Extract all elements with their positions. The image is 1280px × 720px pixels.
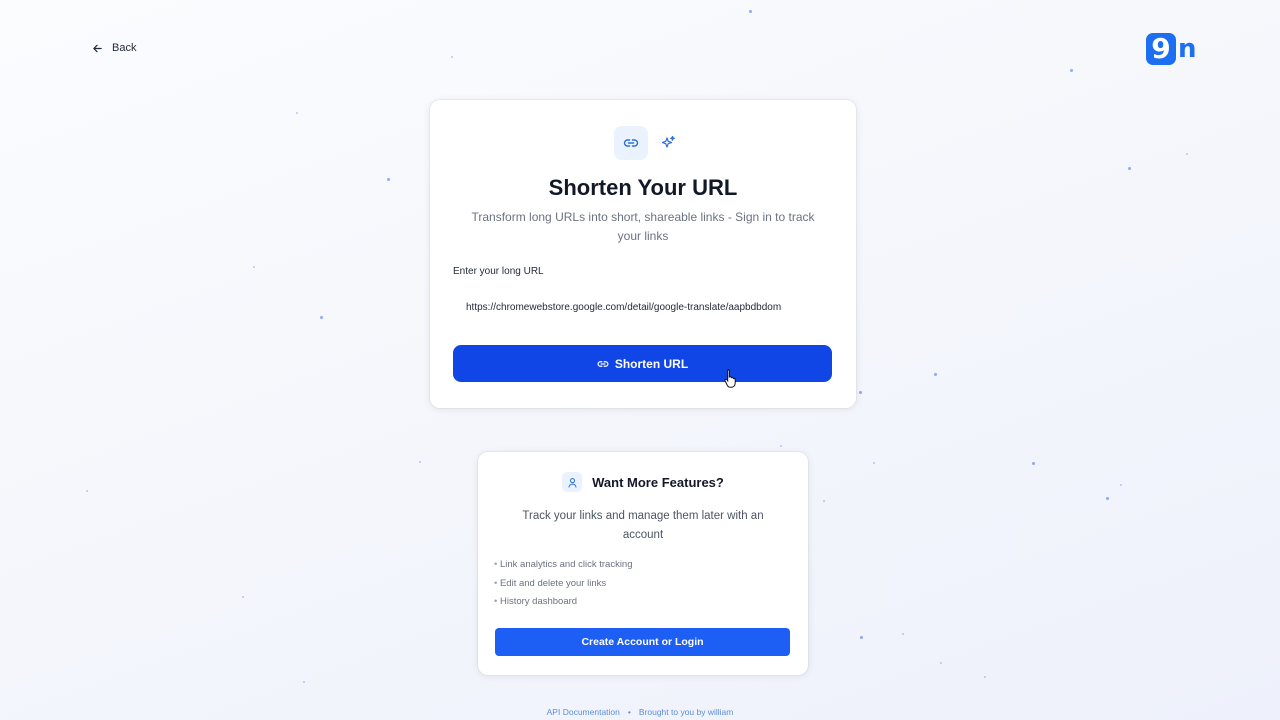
back-button[interactable]: Back — [92, 42, 136, 54]
feature-item: History dashboard — [494, 593, 633, 612]
footer-separator: • — [627, 707, 631, 717]
link-icon-chip — [614, 126, 648, 160]
brand-logo[interactable]: 9 n — [1146, 33, 1197, 65]
page-title: Shorten Your URL — [548, 175, 738, 200]
sparkle-icon-wrap — [658, 126, 678, 160]
card-icons — [614, 126, 678, 160]
features-header: Want More Features? — [478, 472, 808, 492]
logo-mark: 9 — [1146, 33, 1176, 65]
pointer-cursor-icon — [724, 369, 736, 388]
sparkle-icon — [661, 135, 675, 148]
features-list: Link analytics and click tracking Edit a… — [494, 556, 633, 612]
page-subtitle: Transform long URLs into short, shareabl… — [471, 210, 815, 243]
link-icon — [623, 139, 639, 147]
back-label: Back — [112, 42, 137, 54]
shorten-url-card: Shorten Your URL Transform long URLs int… — [430, 100, 856, 408]
arrow-left-icon — [93, 44, 102, 52]
feature-item: Link analytics and click tracking — [494, 556, 633, 575]
logo-suffix: n — [1178, 34, 1197, 64]
api-docs-link[interactable]: API Documentation — [547, 707, 620, 717]
user-icon — [568, 477, 577, 488]
shorten-url-button[interactable]: Shorten URL — [453, 345, 832, 382]
footer-credit: Brought to you by william — [638, 707, 734, 717]
features-title: Want More Features? — [592, 474, 724, 490]
create-account-button[interactable]: Create Account or Login — [495, 628, 790, 656]
feature-item: Edit and delete your links — [494, 575, 633, 594]
long-url-input[interactable] — [453, 294, 833, 320]
features-subtitle: Track your links and manage them later w… — [522, 510, 764, 541]
user-icon-chip — [562, 472, 583, 492]
features-card: Want More Features? Track your links and… — [478, 452, 808, 675]
link-icon — [597, 360, 609, 367]
shorten-url-button-label: Shorten URL — [614, 356, 689, 371]
footer: API Documentation • Brought to you by wi… — [0, 707, 1280, 717]
url-input-label: Enter your long URL — [453, 266, 544, 277]
